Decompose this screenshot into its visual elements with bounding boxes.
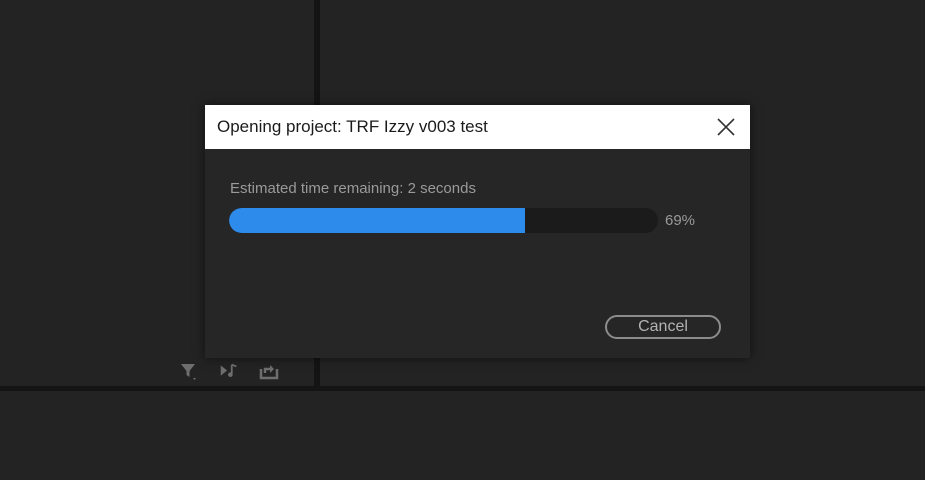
progress-percent: 69%: [665, 212, 696, 229]
panel-toolbar: [178, 360, 280, 382]
opening-project-dialog: Opening project: TRF Izzy v003 test Esti…: [205, 105, 750, 358]
progress-bar: [229, 208, 658, 233]
progress-bar-fill: [229, 208, 525, 233]
export-icon[interactable]: [258, 360, 280, 382]
timeline-panel: [0, 391, 925, 480]
app-window: Opening project: TRF Izzy v003 test Esti…: [0, 0, 925, 480]
estimated-time-remaining: Estimated time remaining: 2 seconds: [230, 180, 476, 197]
filter-icon[interactable]: [178, 360, 200, 382]
close-icon[interactable]: [714, 115, 738, 139]
play-audio-icon[interactable]: [218, 360, 240, 382]
dialog-title: Opening project: TRF Izzy v003 test: [217, 117, 488, 136]
cancel-button[interactable]: Cancel: [605, 315, 721, 339]
dialog-titlebar[interactable]: Opening project: TRF Izzy v003 test: [205, 105, 750, 149]
